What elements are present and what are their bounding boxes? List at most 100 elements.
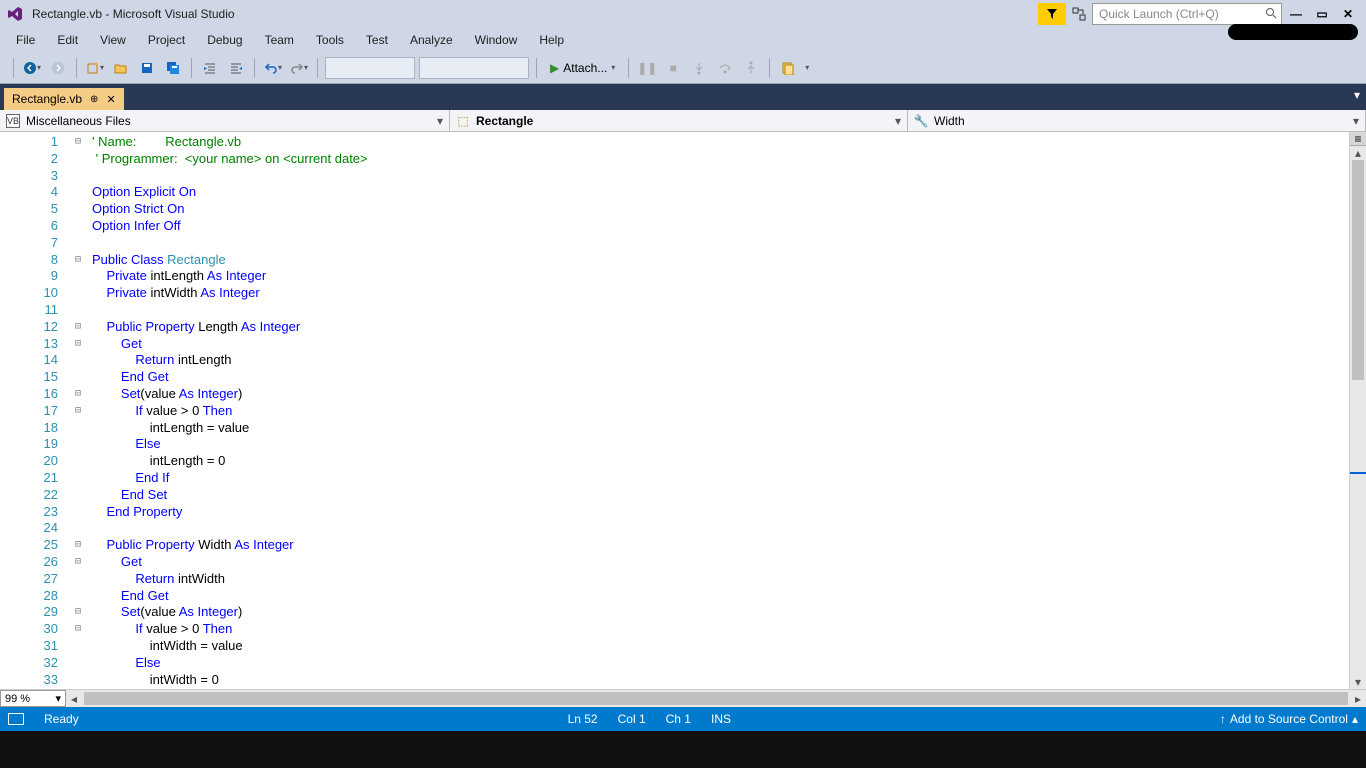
step-over-button[interactable] bbox=[714, 57, 736, 79]
menu-file[interactable]: File bbox=[6, 30, 45, 50]
code-line[interactable]: End Property bbox=[92, 504, 1343, 521]
platform-dropdown[interactable] bbox=[419, 57, 529, 79]
open-file-button[interactable] bbox=[110, 57, 132, 79]
code-line[interactable]: Private intLength As Integer bbox=[92, 268, 1343, 285]
redo-button[interactable]: ▾ bbox=[288, 57, 310, 79]
nav-back-button[interactable]: ▾ bbox=[21, 57, 43, 79]
close-tab-icon[interactable]: ✕ bbox=[106, 93, 115, 106]
config-dropdown[interactable] bbox=[325, 57, 415, 79]
code-line[interactable]: Return intWidth bbox=[92, 571, 1343, 588]
code-line[interactable] bbox=[92, 302, 1343, 319]
menu-analyze[interactable]: Analyze bbox=[400, 30, 463, 50]
nav-class-dropdown[interactable]: ⬚ Rectangle ▾ bbox=[450, 110, 908, 131]
code-line[interactable]: End Get bbox=[92, 588, 1343, 605]
code-line[interactable]: Get bbox=[92, 336, 1343, 353]
scroll-right-icon[interactable]: ▸ bbox=[1350, 690, 1366, 707]
code-line[interactable]: Else bbox=[92, 655, 1343, 672]
save-button[interactable] bbox=[136, 57, 158, 79]
menu-tools[interactable]: Tools bbox=[306, 30, 354, 50]
code-line[interactable]: Set(value As Integer) bbox=[92, 386, 1343, 403]
add-source-control-button[interactable]: ↑ Add to Source Control ▴ bbox=[1220, 712, 1358, 726]
code-line[interactable]: Return intLength bbox=[92, 352, 1343, 369]
notifications-icon[interactable] bbox=[1038, 3, 1066, 25]
split-handle-icon[interactable]: ≡ bbox=[1350, 132, 1366, 146]
nav-forward-button[interactable] bbox=[47, 57, 69, 79]
close-button[interactable]: ✕ bbox=[1336, 3, 1360, 25]
fold-toggle[interactable]: ⊟ bbox=[70, 604, 86, 621]
step-out-button[interactable] bbox=[740, 57, 762, 79]
menu-view[interactable]: View bbox=[90, 30, 136, 50]
menu-project[interactable]: Project bbox=[138, 30, 195, 50]
vertical-scrollbar[interactable]: ≡ ▴ ▾ bbox=[1349, 132, 1366, 689]
code-line[interactable]: Else bbox=[92, 436, 1343, 453]
restore-button[interactable]: ▭ bbox=[1310, 3, 1334, 25]
code-line[interactable]: End Get bbox=[92, 369, 1343, 386]
code-line[interactable]: ' Programmer: <your name> on <current da… bbox=[92, 151, 1343, 168]
code-line[interactable]: Public Property Length As Integer bbox=[92, 319, 1343, 336]
menu-edit[interactable]: Edit bbox=[47, 30, 88, 50]
code-line[interactable]: Set(value As Integer) bbox=[92, 604, 1343, 621]
find-in-files-button[interactable] bbox=[777, 57, 799, 79]
fold-toggle[interactable]: ⊟ bbox=[70, 336, 86, 353]
scroll-down-icon[interactable]: ▾ bbox=[1350, 675, 1366, 689]
code-line[interactable]: If value > 0 Then bbox=[92, 621, 1343, 638]
fold-toggle[interactable]: ⊟ bbox=[70, 621, 86, 638]
code-line[interactable]: Public Property Width As Integer bbox=[92, 537, 1343, 554]
code-line[interactable] bbox=[92, 235, 1343, 252]
scroll-left-icon[interactable]: ◂ bbox=[66, 690, 82, 707]
code-line[interactable]: Public Class Rectangle bbox=[92, 252, 1343, 269]
pin-icon[interactable]: ⊕ bbox=[90, 94, 98, 105]
tab-overflow-icon[interactable]: ▾ bbox=[1354, 88, 1360, 102]
fold-toggle[interactable]: ⊟ bbox=[70, 134, 86, 151]
code-line[interactable] bbox=[92, 168, 1343, 185]
attach-button[interactable]: ▶Attach...▾ bbox=[544, 57, 621, 79]
code-line[interactable] bbox=[92, 520, 1343, 537]
scroll-thumb[interactable] bbox=[84, 692, 1348, 705]
fold-toggle[interactable]: ⊟ bbox=[70, 537, 86, 554]
code-line[interactable]: intLength = value bbox=[92, 420, 1343, 437]
new-project-button[interactable]: ▾ bbox=[84, 57, 106, 79]
menu-team[interactable]: Team bbox=[255, 30, 304, 50]
nav-project-dropdown[interactable]: VB Miscellaneous Files ▾ bbox=[0, 110, 450, 131]
feedback-icon[interactable] bbox=[1068, 3, 1090, 25]
fold-toggle[interactable]: ⊟ bbox=[70, 403, 86, 420]
code-line[interactable]: intWidth = 0 bbox=[92, 672, 1343, 689]
undo-button[interactable]: ▾ bbox=[262, 57, 284, 79]
code-line[interactable]: If value > 0 Then bbox=[92, 403, 1343, 420]
quick-launch-input[interactable]: Quick Launch (Ctrl+Q) bbox=[1092, 3, 1282, 25]
step-into-button[interactable] bbox=[688, 57, 710, 79]
scroll-up-icon[interactable]: ▴ bbox=[1350, 146, 1366, 160]
code-editor[interactable]: 1234567891011121314151617181920212223242… bbox=[0, 132, 1366, 689]
fold-column[interactable]: ⊟⊟⊟⊟⊟⊟⊟⊟⊟⊟ bbox=[70, 132, 86, 689]
code-line[interactable]: ' Name: Rectangle.vb bbox=[92, 134, 1343, 151]
code-area[interactable]: ' Name: Rectangle.vb ' Programmer: <your… bbox=[86, 132, 1349, 689]
menu-window[interactable]: Window bbox=[465, 30, 528, 50]
menu-test[interactable]: Test bbox=[356, 30, 398, 50]
code-line[interactable]: Private intWidth As Integer bbox=[92, 285, 1343, 302]
fold-toggle[interactable]: ⊟ bbox=[70, 319, 86, 336]
zoom-dropdown[interactable]: 99 % ▾ bbox=[0, 690, 66, 707]
code-line[interactable]: Option Strict On bbox=[92, 201, 1343, 218]
code-line[interactable]: End Set bbox=[92, 487, 1343, 504]
outdent-button[interactable] bbox=[225, 57, 247, 79]
nav-member-dropdown[interactable]: 🔧 Width ▾ bbox=[908, 110, 1366, 131]
fold-toggle[interactable]: ⊟ bbox=[70, 554, 86, 571]
menu-help[interactable]: Help bbox=[529, 30, 574, 50]
document-tab-rectangle[interactable]: Rectangle.vb ⊕ ✕ bbox=[4, 88, 124, 110]
minimize-button[interactable]: — bbox=[1284, 3, 1308, 25]
toolbar-overflow[interactable]: ▾ bbox=[805, 63, 809, 72]
code-line[interactable]: End If bbox=[92, 470, 1343, 487]
scroll-thumb[interactable] bbox=[1352, 160, 1364, 380]
menu-debug[interactable]: Debug bbox=[197, 30, 252, 50]
pause-button[interactable]: ❚❚ bbox=[636, 57, 658, 79]
save-all-button[interactable] bbox=[162, 57, 184, 79]
indent-button[interactable] bbox=[199, 57, 221, 79]
code-line[interactable]: Get bbox=[92, 554, 1343, 571]
code-line[interactable]: Option Infer Off bbox=[92, 218, 1343, 235]
stop-button[interactable]: ■ bbox=[662, 57, 684, 79]
code-line[interactable]: Option Explicit On bbox=[92, 184, 1343, 201]
code-line[interactable]: intWidth = value bbox=[92, 638, 1343, 655]
code-line[interactable]: intLength = 0 bbox=[92, 453, 1343, 470]
horizontal-scrollbar[interactable]: ◂ ▸ bbox=[66, 690, 1366, 707]
fold-toggle[interactable]: ⊟ bbox=[70, 386, 86, 403]
